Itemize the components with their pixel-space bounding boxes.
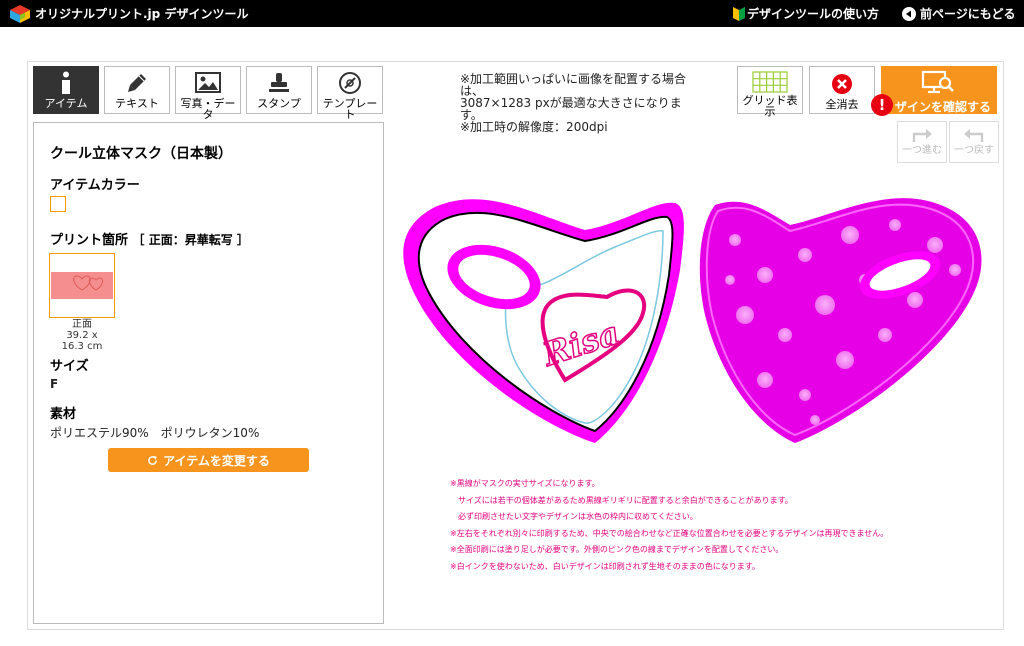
howto-link-label: デザインツールの使い方: [747, 7, 880, 21]
tab-photo[interactable]: 写真・データ: [175, 66, 241, 120]
tab-stamp[interactable]: スタンプ: [246, 66, 312, 114]
item-color-swatch[interactable]: [50, 196, 66, 212]
howto-link[interactable]: デザインツールの使い方: [733, 5, 879, 22]
tab-stamp-label: スタンプ: [257, 97, 301, 110]
preview-monitor-icon: [921, 70, 954, 94]
grid-toggle-label: グリッド表示: [742, 94, 798, 118]
undo-button[interactable]: 一つ戻す: [949, 121, 999, 163]
note-line: ※全面印刷には塗り足しが必要です。外側のピンク色の線までデザインを配置してくださ…: [450, 545, 784, 554]
redo-label: 一つ進む: [902, 145, 942, 156]
note-line: ※左右をそれぞれ別々に印刷するため、中央での絵合わせなど正確な位置合わせを必要と…: [450, 528, 889, 538]
material-value: ポリエステル90% ポリウレタン10%: [50, 426, 260, 440]
note-line: サイズには若干の個体差があるため黒線ギリギリに配置すると余白ができることがありま…: [450, 495, 793, 505]
tab-photo-label: 写真・データ: [180, 97, 236, 121]
change-item-label: アイテムを変更する: [163, 453, 270, 468]
redo-button[interactable]: 一つ進む: [897, 121, 947, 163]
print-area-name: 正面: [72, 319, 92, 330]
alert-badge: !: [871, 94, 893, 116]
note-line: ※黒線がマスクの実寸サイズになります。: [450, 479, 600, 488]
info-line-2: 3087×1283 pxが最適な大きさになります。: [460, 96, 682, 122]
image-icon: [195, 72, 221, 93]
grid-icon: [752, 71, 788, 93]
item-color-heading: アイテムカラー: [50, 178, 140, 193]
size-heading: サイズ: [50, 359, 89, 374]
material-heading: 素材: [50, 407, 77, 422]
redo-icon: [912, 129, 932, 142]
stamp-icon: [269, 73, 289, 92]
note-line: 必ず印刷させたい文字やデザインは水色の枠内に収めてください。: [450, 512, 698, 521]
confirm-design-label: ザインを確認する: [895, 100, 992, 114]
tab-template-label: テンプレート: [322, 97, 378, 121]
print-area-heading-label: プリント箇所: [50, 233, 129, 248]
size-value: F: [50, 377, 59, 391]
tab-text[interactable]: テキスト: [104, 66, 170, 114]
site-logo[interactable]: オリジナルプリント.jp デザインツール: [10, 4, 248, 23]
grid-toggle-button[interactable]: グリッド表示: [737, 66, 803, 118]
tab-template[interactable]: テンプレート: [317, 66, 383, 120]
tab-text-label: テキスト: [115, 97, 159, 110]
logo-text: オリジナルプリント.jp デザインツール: [35, 7, 249, 21]
info-icon: [62, 71, 70, 94]
pen-icon: [128, 74, 146, 92]
template-icon: [339, 72, 361, 94]
clear-all-button[interactable]: 全消去: [809, 66, 875, 114]
change-item-button[interactable]: アイテムを変更する: [108, 448, 309, 472]
confirm-design-button[interactable]: ザインを確認する !: [871, 66, 997, 116]
note-line: ※白インクを使わないため、白いデザインは印刷されず生地そのままの色になります。: [450, 561, 760, 571]
clear-all-label: 全消去: [825, 98, 859, 111]
print-spec: ［ 正面：昇華転写 ］: [132, 233, 249, 247]
product-name: クール立体マスク（日本製）: [50, 146, 232, 162]
clear-icon: [832, 74, 852, 94]
print-area-size: 39.2 x 16.3 cm: [61, 330, 103, 352]
undo-label: 一つ戻す: [954, 145, 994, 156]
cube-logo-icon: [10, 4, 30, 23]
print-area-heading: プリント箇所 ［ 正面：昇華転写 ］: [50, 229, 249, 248]
print-notes: ※黒線がマスクの実寸サイズになります。 サイズには若干の個体差があるため黒線ギリ…: [450, 476, 888, 575]
beginner-mark-icon: [733, 6, 745, 21]
top-bar: オリジナルプリント.jp デザインツール デザインツールの使い方 前ページにもど…: [0, 0, 1024, 27]
info-line-1: ※加工範囲いっぱいに画像を配置する場合は、: [460, 72, 687, 98]
back-arrow-icon: [902, 6, 916, 21]
back-link-label: 前ページにもどる: [920, 7, 1016, 21]
tab-item[interactable]: アイテム: [33, 66, 99, 114]
undo-icon: [964, 129, 984, 142]
info-line-3: ※加工時の解像度：200dpi: [460, 120, 608, 134]
refresh-icon: [148, 455, 158, 465]
print-size-info: ※加工範囲いっぱいに画像を配置する場合は、 3087×1283 pxが最適な大き…: [460, 73, 695, 133]
mask-right-panel[interactable]: [699, 198, 982, 443]
print-area-caption: 正面 39.2 x 16.3 cm: [49, 319, 115, 352]
mask-left-panel[interactable]: Risa: [403, 199, 684, 443]
print-area-thumbnail[interactable]: [49, 253, 115, 318]
back-link[interactable]: 前ページにもどる: [902, 5, 1016, 22]
design-canvas[interactable]: Risa: [395, 185, 995, 455]
tab-item-label: アイテム: [44, 97, 88, 110]
